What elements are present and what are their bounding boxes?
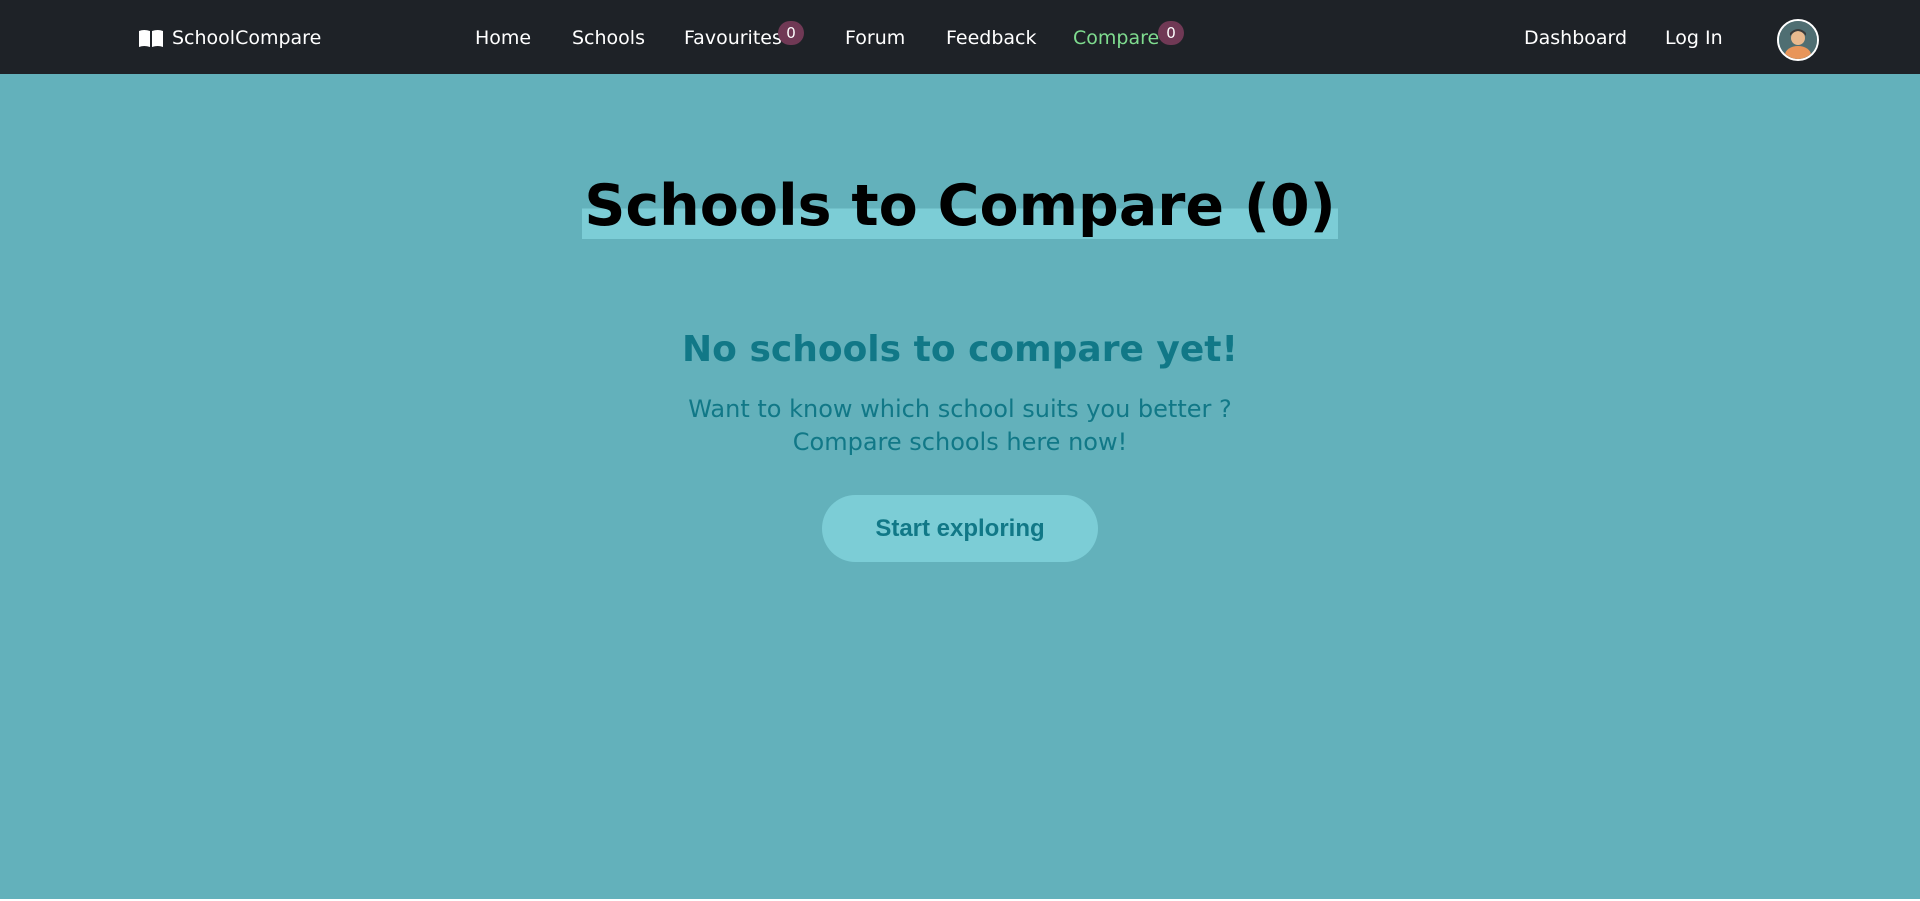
favourites-count-badge: 0 bbox=[778, 21, 804, 45]
nav-link-home[interactable]: Home bbox=[475, 24, 531, 52]
compare-count-badge: 0 bbox=[1158, 21, 1184, 45]
empty-state-heading: No schools to compare yet! bbox=[682, 329, 1238, 370]
nav-link-forum[interactable]: Forum bbox=[845, 24, 905, 52]
brand-label: SchoolCompare bbox=[172, 27, 322, 49]
nav-link-favourites[interactable]: Favourites bbox=[684, 24, 782, 52]
page-title-text: Schools to Compare (0) bbox=[582, 173, 1338, 239]
start-exploring-button[interactable]: Start exploring bbox=[822, 495, 1098, 562]
nav-link-login[interactable]: Log In bbox=[1665, 24, 1723, 52]
empty-state-line: Compare schools here now! bbox=[792, 428, 1128, 456]
nav-link-dashboard[interactable]: Dashboard bbox=[1524, 24, 1627, 52]
user-avatar-icon bbox=[1779, 21, 1817, 59]
nav-link-schools[interactable]: Schools bbox=[572, 24, 645, 52]
top-navbar: SchoolCompare Home Schools Favourites 0 … bbox=[0, 0, 1920, 74]
nav-link-compare[interactable]: Compare bbox=[1073, 24, 1159, 52]
empty-state-message: Want to know which school suits you bett… bbox=[0, 393, 1920, 459]
nav-link-feedback[interactable]: Feedback bbox=[946, 24, 1036, 52]
brand-link[interactable]: SchoolCompare bbox=[138, 24, 321, 52]
empty-state-line: Want to know which school suits you bett… bbox=[688, 395, 1232, 423]
open-book-icon bbox=[139, 30, 163, 47]
user-avatar[interactable] bbox=[1777, 19, 1819, 61]
page-title: Schools to Compare (0) bbox=[0, 170, 1920, 242]
compare-page: Schools to Compare (0) No schools to com… bbox=[0, 74, 1920, 901]
